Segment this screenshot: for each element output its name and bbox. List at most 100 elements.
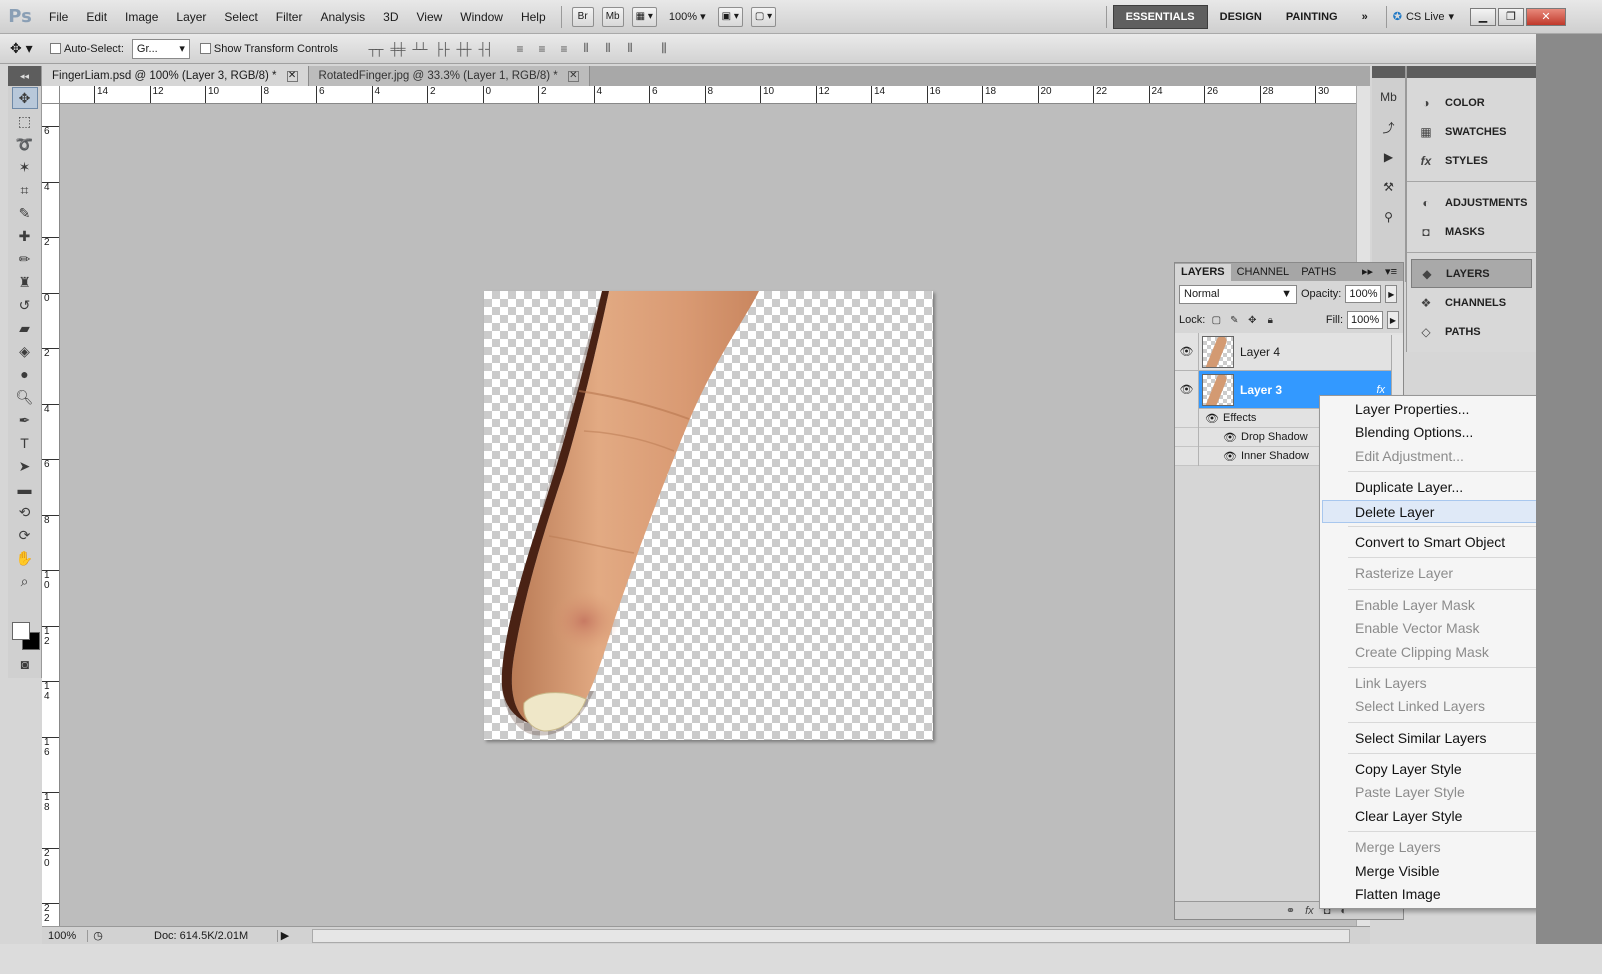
- horizontal-ruler[interactable]: 14 12 10 8 6 4 2 0 2 4 6 8 10 12 14 16 18 20 22 24 26 28 30: [60, 86, 1370, 104]
- show-transform-check[interactable]: [199, 43, 211, 54]
- menu-3d[interactable]: 3D: [374, 0, 407, 34]
- visibility-eye-icon[interactable]: 👁︎: [1199, 450, 1237, 463]
- tab-fingerliam[interactable]: FingerLiam.psd @ 100% (Layer 3, RGB/8) *…: [42, 66, 309, 86]
- mini-bridge-icon[interactable]: Mb: [1378, 86, 1400, 108]
- menu-file[interactable]: File: [40, 0, 77, 34]
- move-tool-preset-icon[interactable]: ✥ ▾: [10, 40, 50, 57]
- menu-layer[interactable]: Layer: [167, 0, 215, 34]
- zoom-field[interactable]: 100%: [42, 929, 88, 942]
- align-hcenter-icon[interactable]: ┼┼: [452, 42, 474, 56]
- quick-mask-icon[interactable]: ◙: [12, 653, 38, 675]
- clone-stamp-tool-icon[interactable]: ♜: [12, 271, 38, 293]
- hand-tool-icon[interactable]: ✋: [12, 547, 38, 569]
- workspace-painting[interactable]: PAINTING: [1274, 6, 1350, 28]
- view-extras-button[interactable]: ▦ ▾: [631, 6, 657, 27]
- cs-live-button[interactable]: ✪ CS Live ▾: [1393, 10, 1454, 24]
- tab-layers[interactable]: LAYERS: [1175, 264, 1231, 281]
- show-transform-controls-checkbox[interactable]: Show Transform Controls: [199, 43, 338, 55]
- menu-item-select-similar-layers[interactable]: Select Similar Layers: [1320, 727, 1566, 750]
- lock-position-icon[interactable]: ✥: [1245, 315, 1259, 326]
- eyedropper-tool-icon[interactable]: ✎: [12, 202, 38, 224]
- fill-input[interactable]: 100%: [1347, 311, 1383, 329]
- menu-window[interactable]: Window: [451, 0, 512, 34]
- eraser-tool-icon[interactable]: ▰: [12, 317, 38, 339]
- panel-group-header[interactable]: [1407, 66, 1536, 78]
- history-brush-tool-icon[interactable]: ↺: [12, 294, 38, 316]
- workspace-design[interactable]: DESIGN: [1208, 6, 1274, 28]
- status-bar-icon[interactable]: ◷: [88, 929, 108, 942]
- dodge-tool-icon[interactable]: 🔍︎: [12, 386, 38, 408]
- visibility-eye-icon[interactable]: 👁︎: [1199, 412, 1219, 425]
- menu-item-delete-layer[interactable]: Delete Layer: [1322, 499, 1564, 523]
- fill-slider-button[interactable]: ▶: [1387, 311, 1399, 329]
- lock-image-icon[interactable]: ✎: [1227, 315, 1241, 326]
- menu-item-flatten-image[interactable]: Flatten Image: [1320, 883, 1566, 906]
- marquee-tool-icon[interactable]: ⬚: [12, 110, 38, 132]
- lasso-tool-icon[interactable]: ➰: [12, 133, 38, 155]
- menu-select[interactable]: Select: [215, 0, 266, 34]
- bridge-button[interactable]: Br: [571, 6, 594, 27]
- auto-select-check[interactable]: [50, 43, 61, 54]
- ruler-origin[interactable]: [42, 86, 60, 104]
- panel-menu-icon[interactable]: ▾≡: [1379, 264, 1403, 281]
- panel-masks[interactable]: ◘ MASKS: [1407, 217, 1536, 246]
- more-workspaces-button[interactable]: »: [1350, 6, 1380, 28]
- zoom-level-dropdown[interactable]: 100% ▾: [661, 10, 714, 23]
- panel-layers[interactable]: ◆ LAYERS: [1411, 259, 1532, 288]
- menu-image[interactable]: Image: [116, 0, 167, 34]
- distribute-top-icon[interactable]: ≡: [508, 42, 530, 56]
- visibility-eye-icon[interactable]: 👁︎: [1175, 370, 1199, 409]
- distribute-left-icon[interactable]: ⦀: [574, 41, 596, 56]
- menu-item-blending-options[interactable]: Blending Options...: [1320, 421, 1566, 444]
- layer-row-layer-4[interactable]: 👁︎ Layer 4: [1175, 332, 1403, 371]
- brush-tool-icon[interactable]: ✏: [12, 248, 38, 270]
- align-vcenter-icon[interactable]: ╪╪: [386, 42, 408, 56]
- close-icon[interactable]: ✕: [286, 70, 298, 82]
- healing-brush-tool-icon[interactable]: ✚: [12, 225, 38, 247]
- auto-select-checkbox[interactable]: Auto-Select:: [50, 43, 124, 55]
- restore-button[interactable]: ❐: [1498, 7, 1524, 26]
- menu-edit[interactable]: Edit: [77, 0, 116, 34]
- collapse-panel-icon[interactable]: ▸▸: [1356, 264, 1379, 281]
- visibility-eye-icon[interactable]: 👁︎: [1199, 431, 1237, 444]
- menu-item-layer-properties[interactable]: Layer Properties...: [1320, 398, 1566, 421]
- tab-paths[interactable]: PATHS: [1295, 264, 1342, 281]
- actions-icon[interactable]: ▶: [1378, 146, 1400, 168]
- quick-select-tool-icon[interactable]: ✶: [12, 156, 38, 178]
- tab-channels[interactable]: CHANNEL: [1231, 264, 1296, 281]
- foreground-color-swatch[interactable]: [12, 622, 30, 640]
- type-tool-icon[interactable]: T: [12, 432, 38, 454]
- auto-select-dropdown[interactable]: Gr... ▾: [131, 38, 190, 59]
- panel-styles[interactable]: fx STYLES: [1407, 146, 1536, 175]
- layers-scrollbar[interactable]: [1391, 335, 1403, 395]
- menu-item-merge-visible[interactable]: Merge Visible: [1320, 860, 1566, 883]
- rectangle-tool-icon[interactable]: ▬: [12, 478, 38, 500]
- distribute-vcenter-icon[interactable]: ≡: [530, 42, 552, 56]
- arrange-documents-button[interactable]: ▣ ▾: [717, 6, 743, 27]
- layer-fx-badge[interactable]: fx: [1376, 384, 1385, 396]
- align-left-icon[interactable]: ├├: [430, 42, 452, 56]
- toolbox-header[interactable]: ◂◂: [8, 66, 41, 86]
- menu-item-duplicate-layer[interactable]: Duplicate Layer...: [1320, 476, 1566, 499]
- distribute-right-icon[interactable]: ⦀: [618, 41, 640, 56]
- mini-bridge-button[interactable]: Mb: [601, 6, 624, 27]
- clone-source-icon[interactable]: ⚲: [1378, 206, 1400, 228]
- history-icon[interactable]: ⤴: [1378, 116, 1400, 138]
- menu-filter[interactable]: Filter: [267, 0, 312, 34]
- add-layer-style-icon[interactable]: fx: [1305, 905, 1314, 917]
- link-layers-icon[interactable]: ⚭: [1286, 904, 1295, 917]
- menu-analysis[interactable]: Analysis: [311, 0, 374, 34]
- menu-help[interactable]: Help: [512, 0, 555, 34]
- move-tool-icon[interactable]: ✥: [11, 87, 38, 109]
- dock-header[interactable]: [1372, 66, 1405, 78]
- crop-tool-icon[interactable]: ⌗: [12, 179, 38, 201]
- workspace-essentials[interactable]: ESSENTIALS: [1112, 4, 1208, 29]
- document-canvas[interactable]: [484, 291, 933, 740]
- tool-presets-icon[interactable]: ⚒: [1378, 176, 1400, 198]
- zoom-tool-icon[interactable]: ⌕: [12, 570, 38, 592]
- panel-swatches[interactable]: ▦ SWATCHES: [1407, 117, 1536, 146]
- tab-rotatedfinger[interactable]: RotatedFinger.jpg @ 33.3% (Layer 1, RGB/…: [308, 66, 590, 86]
- close-icon[interactable]: ✕: [567, 70, 579, 82]
- menu-item-clear-layer-style[interactable]: Clear Layer Style: [1320, 805, 1566, 828]
- menu-item-copy-layer-style[interactable]: Copy Layer Style: [1320, 758, 1566, 781]
